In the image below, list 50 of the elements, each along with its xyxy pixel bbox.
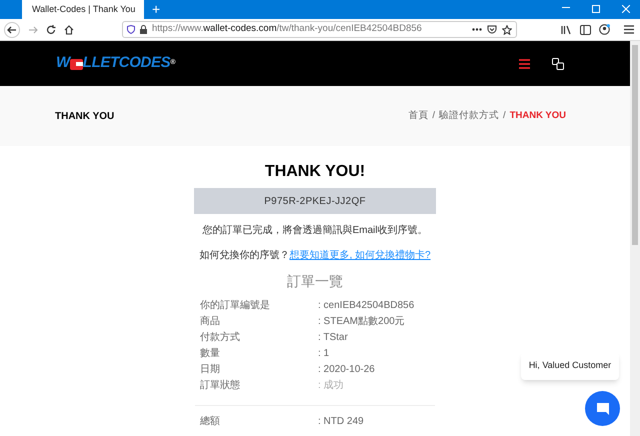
chat-button[interactable] (585, 391, 620, 426)
close-icon[interactable] (622, 5, 630, 13)
address-bar[interactable]: https://www.wallet-codes.com/tw/thank-you/cenIEB42504BD856 (122, 21, 517, 38)
browser-tab[interactable]: Wallet-Codes | Thank You (22, 0, 144, 19)
summary-value: : TStar (318, 330, 348, 344)
summary-value: : STEAM點數200元 (318, 314, 405, 328)
breadcrumb-separator: / (432, 108, 436, 123)
summary-value: : cenIEB42504BD856 (318, 298, 414, 312)
thank-you-heading: THANK YOU! (264, 162, 366, 182)
breadcrumb-item[interactable]: 首頁 (408, 108, 428, 124)
breadcrumb-item[interactable]: 驗證付款方式 (439, 108, 500, 124)
more-dots-icon[interactable] (472, 28, 482, 31)
wallet-icon (70, 58, 83, 70)
home-icon[interactable] (64, 24, 74, 34)
reload-icon[interactable] (46, 24, 56, 34)
translate-icon[interactable] (552, 58, 564, 70)
chat-bubble-icon (596, 402, 610, 416)
summary-value: : 成功 (318, 378, 344, 392)
redeem-question: 如何兌換你的序號？ (199, 248, 290, 263)
summary-label: 你的訂單編號是 (199, 298, 271, 312)
breadcrumb-separator: / (503, 108, 506, 123)
redeem-help-link[interactable]: 想要知道更多, 如何兌換禮物卡? (289, 248, 431, 263)
page-title: THANK YOU (55, 110, 114, 124)
account-icon[interactable] (599, 24, 610, 35)
summary-label: 付款方式 (199, 330, 241, 344)
summary-value: : 1 (318, 346, 330, 360)
total-label: 總額 (199, 414, 221, 429)
minimize-icon[interactable] (562, 7, 570, 9)
summary-label: 日期 (199, 362, 221, 376)
summary-title: 訂單一覽 (287, 272, 343, 291)
serial-code: P975R-2PKEJ-JJ2QF (194, 188, 436, 214)
url-text: https://www.wallet-codes.com/tw/thank-you/cenIEB42504BD856 (152, 22, 423, 36)
shield-icon (127, 25, 135, 34)
new-tab-button[interactable]: + (144, 0, 168, 19)
lock-icon (140, 25, 147, 34)
breadcrumb-item: THANK YOU (510, 108, 566, 123)
summary-label: 數量 (199, 346, 221, 360)
scrollbar[interactable] (630, 41, 640, 436)
pocket-icon[interactable] (487, 25, 497, 34)
summary-label: 商品 (199, 314, 221, 328)
chat-greeting: Hi, Valued Customer (521, 352, 619, 380)
order-message: 您的訂單已完成，將會透過簡訊與Email收到序號。 (202, 224, 428, 238)
sidebar-icon[interactable] (580, 24, 591, 34)
summary-value: : 2020-10-26 (318, 362, 375, 376)
menu-icon[interactable] (624, 25, 634, 34)
total-value: : NTD 249 (318, 415, 364, 429)
summary-label: 訂單狀態 (199, 378, 241, 392)
library-icon[interactable] (561, 24, 572, 34)
maximize-icon[interactable] (592, 5, 600, 13)
star-icon[interactable] (502, 24, 512, 34)
